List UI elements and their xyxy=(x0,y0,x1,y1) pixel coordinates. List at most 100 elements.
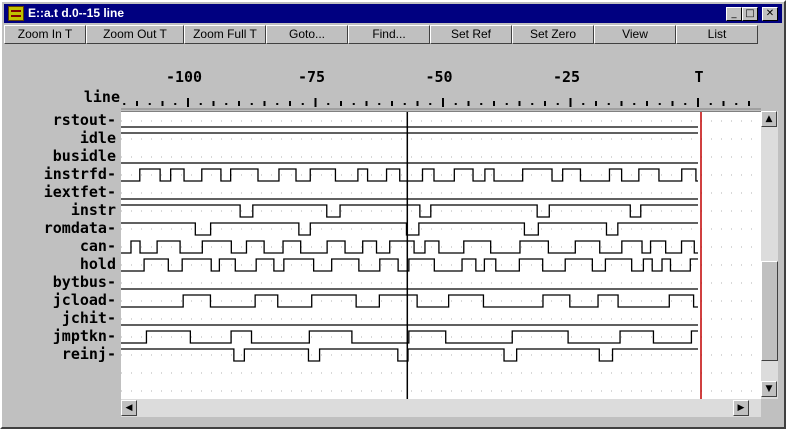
ruler-tick xyxy=(276,103,279,105)
window-title: E::a.t d.0--15 line xyxy=(28,6,125,20)
ruler-tick xyxy=(340,101,342,106)
find-button[interactable]: Find... xyxy=(348,25,430,44)
scroll-up-button[interactable]: ▲ xyxy=(761,111,777,127)
maximize-button[interactable]: □ xyxy=(742,7,758,21)
signal-name[interactable]: can- xyxy=(4,237,120,255)
close-button[interactable]: ✕ xyxy=(762,7,778,21)
ruler-tick xyxy=(544,101,546,106)
ruler-tick xyxy=(403,103,406,105)
ruler-tick-label: T xyxy=(694,68,703,86)
ruler-tick xyxy=(595,101,597,106)
ruler-tick xyxy=(314,98,317,107)
ruler-tick-label: -100 xyxy=(166,68,202,86)
ruler-tick xyxy=(722,101,725,106)
horizontal-scrollbar[interactable]: ◀ ▶ xyxy=(121,399,761,417)
ruler-tick xyxy=(467,101,470,106)
resize-grip[interactable] xyxy=(761,399,778,417)
ruler-tick xyxy=(365,101,368,106)
scroll-right-button[interactable]: ▶ xyxy=(733,400,749,416)
ruler-tick xyxy=(289,101,291,106)
ruler-tick xyxy=(556,103,559,105)
zoom-out-button[interactable]: Zoom Out T xyxy=(86,25,184,44)
scroll-left-button[interactable]: ◀ xyxy=(121,400,137,416)
signal-name[interactable]: busidle xyxy=(4,147,120,165)
ruler-tick xyxy=(429,103,432,105)
ruler-tick xyxy=(620,101,623,106)
ruler-tick xyxy=(646,101,648,106)
ruler-tick xyxy=(378,103,381,105)
ruler-tick xyxy=(238,101,240,106)
minimize-button[interactable]: _ xyxy=(726,7,742,21)
app-icon xyxy=(8,6,24,21)
ruler-tick xyxy=(352,103,355,105)
ruler-tick xyxy=(697,98,699,107)
ruler-tick xyxy=(684,103,687,105)
toolbar: Zoom In T Zoom Out T Zoom Full T Goto...… xyxy=(4,24,782,44)
signal-name[interactable]: iextfet- xyxy=(4,183,120,201)
ruler-tick xyxy=(327,103,330,105)
signal-name[interactable]: instrfd- xyxy=(4,165,120,183)
ruler-tick xyxy=(709,103,712,105)
goto-button[interactable]: Goto... xyxy=(266,25,348,44)
ruler-tick-label: -50 xyxy=(425,68,452,86)
ruler-tick xyxy=(493,101,495,106)
ruler-tick xyxy=(658,103,661,105)
ruler-signal-label: line xyxy=(83,88,120,106)
ruler-tick xyxy=(671,101,674,106)
ruler-tick xyxy=(748,101,750,106)
ruler-tick-label: -75 xyxy=(298,68,325,86)
ruler-tick xyxy=(391,101,393,106)
signal-name[interactable]: reinj- xyxy=(4,345,120,363)
scroll-down-button[interactable]: ▼ xyxy=(761,381,777,397)
ruler-tick xyxy=(187,98,189,107)
vertical-scrollbar[interactable]: ▲ ▼ xyxy=(761,111,778,399)
ruler-tick xyxy=(442,98,444,107)
set-zero-button[interactable]: Set Zero xyxy=(512,25,594,44)
signal-name[interactable]: hold xyxy=(4,255,120,273)
signal-name[interactable]: rstout- xyxy=(4,111,120,129)
ruler-tick xyxy=(518,101,521,106)
signal-name[interactable]: idle xyxy=(4,129,120,147)
ruler-tick xyxy=(263,101,266,106)
ruler-tick xyxy=(480,103,483,105)
ruler-tick xyxy=(633,103,636,105)
ruler-tick xyxy=(582,103,585,105)
zoom-in-button[interactable]: Zoom In T xyxy=(4,25,86,44)
ruler-tick xyxy=(416,101,419,106)
ruler-tick xyxy=(148,103,151,105)
signal-name[interactable]: jcload- xyxy=(4,291,120,309)
signal-name[interactable]: instr xyxy=(4,201,120,219)
list-button[interactable]: List xyxy=(676,25,758,44)
waveform-area[interactable] xyxy=(121,111,761,399)
ruler-tick xyxy=(225,103,228,105)
signal-name[interactable]: romdata- xyxy=(4,219,120,237)
view-button[interactable]: View xyxy=(594,25,676,44)
ruler-tick xyxy=(301,103,304,105)
ruler-tick xyxy=(454,103,457,105)
ruler-tick xyxy=(607,103,610,105)
ruler-tick-label: -25 xyxy=(553,68,580,86)
signal-name[interactable]: jmptkn- xyxy=(4,327,120,345)
ruler-tick xyxy=(250,103,253,105)
signal-name[interactable]: bytbus- xyxy=(4,273,120,291)
ruler-tick xyxy=(136,101,138,106)
ruler-ticks: -100 -75 -50 -25 T xyxy=(121,68,761,110)
ruler-tick xyxy=(161,101,164,106)
ruler-tick xyxy=(199,103,202,105)
zoom-full-button[interactable]: Zoom Full T xyxy=(184,25,266,44)
ruler-tick xyxy=(212,101,215,106)
waveform-canvas xyxy=(121,112,761,399)
ruler-tick xyxy=(531,103,534,105)
ruler-tick xyxy=(735,103,738,105)
vertical-scroll-thumb[interactable] xyxy=(761,261,778,361)
ruler-tick xyxy=(123,103,126,105)
ruler-tick xyxy=(569,98,572,107)
ruler-tick xyxy=(174,103,177,105)
signal-name[interactable]: jchit- xyxy=(4,309,120,327)
ruler-tick xyxy=(505,103,508,105)
set-ref-button[interactable]: Set Ref xyxy=(430,25,512,44)
signal-name-list: rstout-idle busidle instrfd-iextfet-instr r… xyxy=(4,111,120,399)
title-bar[interactable]: E::a.t d.0--15 line _ □ ✕ xyxy=(4,4,782,23)
waveform-window: E::a.t d.0--15 line _ □ ✕ Zoom In T Zoom… xyxy=(0,0,786,429)
time-ruler[interactable]: -100 -75 -50 -25 T xyxy=(121,46,761,110)
